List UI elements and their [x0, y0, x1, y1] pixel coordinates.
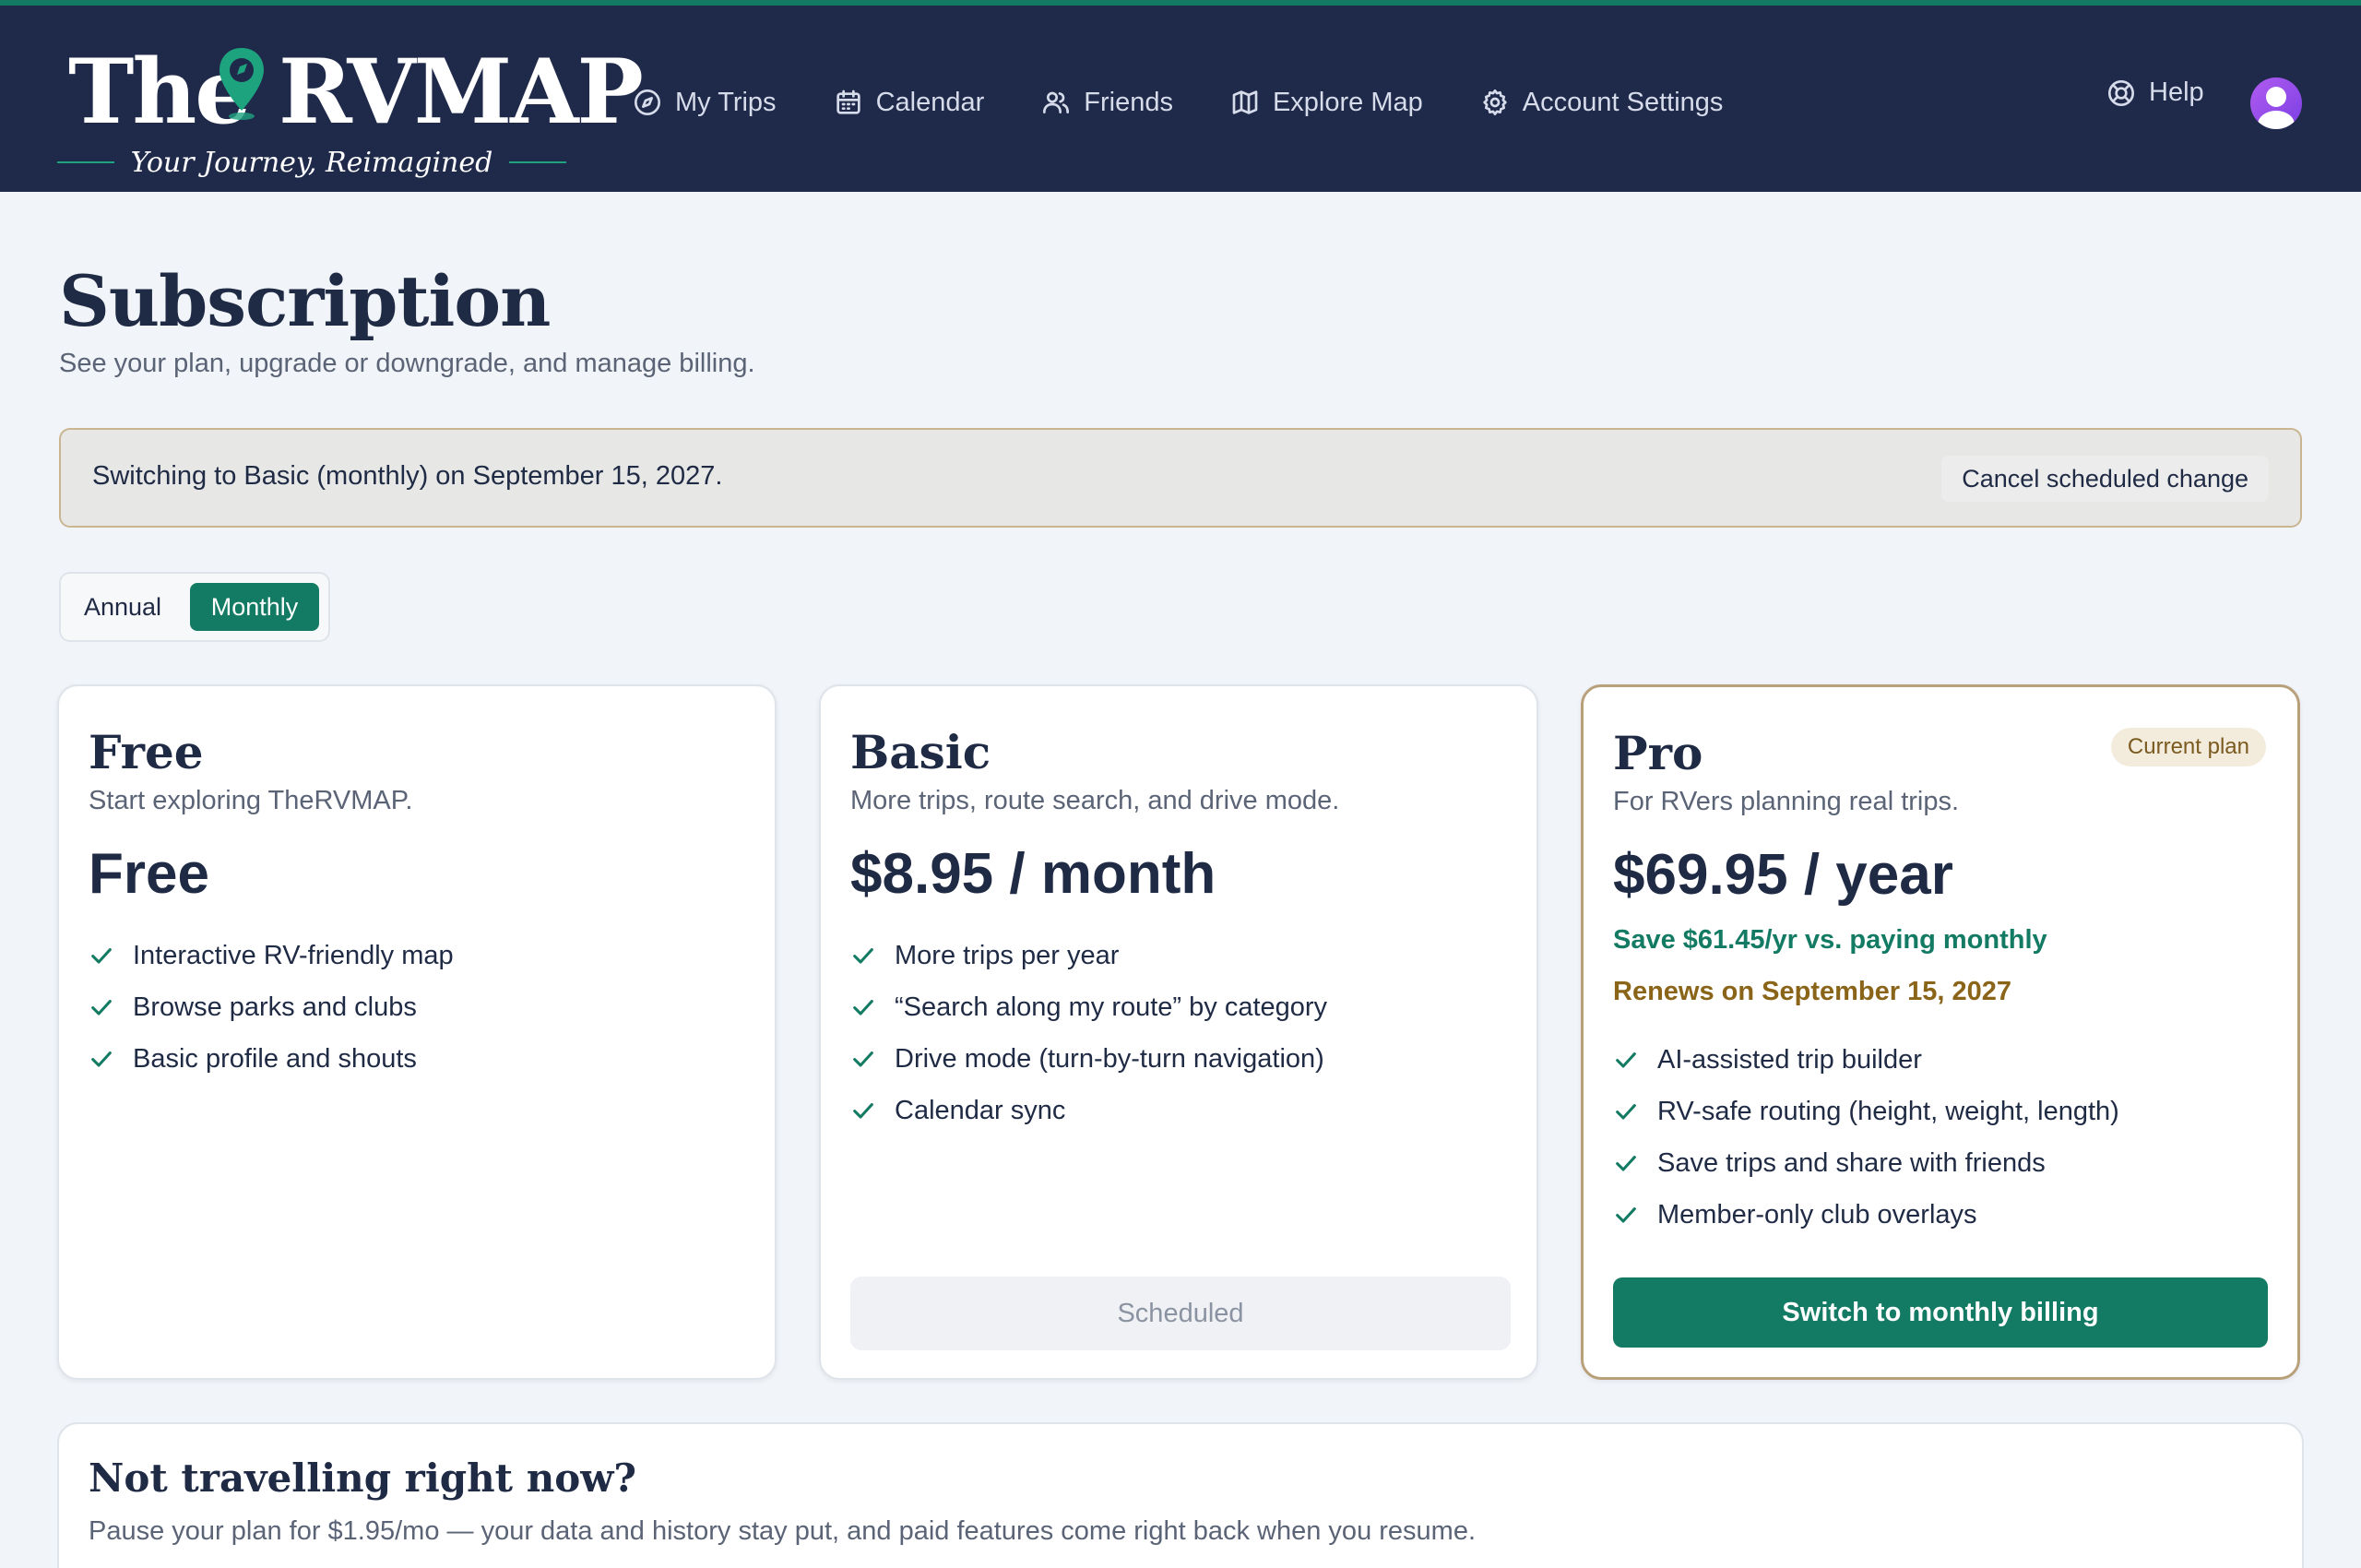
check-icon [853, 948, 873, 964]
avatar-body [2258, 111, 2295, 129]
avatar-head [2266, 87, 2286, 107]
toggle-monthly[interactable]: Monthly [190, 583, 319, 631]
feature-item: Drive mode (turn-by-turn navigation) [850, 1033, 1327, 1085]
feature-label: Interactive RV-friendly map [133, 940, 454, 970]
nav-label: Friends [1084, 87, 1173, 117]
plan-name: Basic [850, 725, 991, 779]
calendar-icon [836, 89, 860, 114]
feature-list: More trips per year “Search along my rou… [850, 930, 1327, 1136]
renewal-date: Renews on September 15, 2027 [1613, 977, 2011, 1006]
nav-item-my-trips[interactable]: My Trips [633, 88, 777, 118]
feature-label: RV-safe routing (height, weight, length) [1657, 1096, 2119, 1126]
check-icon [1616, 1156, 1636, 1171]
nav-item-explore-map[interactable]: Explore Map [1230, 88, 1423, 118]
main-nav: My Trips Calendar Friends Explore Map Ac… [633, 77, 1723, 127]
plan-description: More trips, route search, and drive mode… [850, 786, 1340, 815]
feature-label: “Search along my route” by category [895, 992, 1328, 1022]
feature-item: Basic profile and shouts [89, 1033, 454, 1085]
check-icon [853, 1103, 873, 1119]
feature-label: Calendar sync [895, 1095, 1066, 1125]
plan-card-basic: Basic More trips, route search, and driv… [819, 684, 1538, 1380]
plan-price: $8.95 / month [850, 842, 1216, 906]
plan-name: Pro [1613, 726, 1703, 780]
lifebuoy-icon [2108, 79, 2134, 106]
billing-period-toggle: Annual Monthly [59, 572, 330, 642]
feature-list: AI-assisted trip builder RV-safe routing… [1613, 1034, 2119, 1241]
map-icon [1232, 90, 1258, 114]
help-label: Help [2149, 77, 2204, 107]
feature-label: AI-assisted trip builder [1657, 1044, 1922, 1075]
nav-label: My Trips [675, 87, 777, 117]
nav-item-account-settings[interactable]: Account Settings [1480, 87, 1724, 118]
pause-title: Not travelling right now? [89, 1455, 637, 1501]
feature-item: Member-only club overlays [1613, 1189, 2119, 1241]
nav-item-friends[interactable]: Friends [1041, 88, 1173, 118]
tagline-rule-left [57, 161, 114, 163]
brand-tagline: Your Journey, Reimagined [130, 146, 493, 179]
cancel-scheduled-change-button[interactable]: Cancel scheduled change [1941, 456, 2269, 502]
current-plan-badge: Current plan [2110, 728, 2266, 766]
feature-item: More trips per year [850, 930, 1327, 981]
check-icon [853, 1051, 873, 1067]
feature-item: Browse parks and clubs [89, 981, 454, 1033]
brand-logo[interactable]: The RVMAP Your Journey, Reimagined [57, 37, 644, 186]
plan-price: Free [89, 842, 209, 906]
feature-item: Save trips and share with friends [1613, 1137, 2119, 1189]
check-icon [1616, 1104, 1636, 1120]
feature-item: AI-assisted trip builder [1613, 1034, 2119, 1086]
feature-label: Member-only club overlays [1657, 1199, 1977, 1229]
feature-label: More trips per year [895, 940, 1120, 970]
map-pin-icon [219, 48, 264, 120]
scheduled-button: Scheduled [850, 1277, 1511, 1350]
feature-item: Interactive RV-friendly map [89, 930, 454, 981]
feature-label: Browse parks and clubs [133, 992, 417, 1022]
gear-icon [1483, 89, 1507, 115]
feature-list: Interactive RV-friendly map Browse parks… [89, 930, 454, 1085]
pause-description: Pause your plan for $1.95/mo — your data… [89, 1516, 1477, 1546]
nav-label: Account Settings [1522, 87, 1724, 117]
feature-label: Drive mode (turn-by-turn navigation) [895, 1043, 1324, 1074]
plan-description: Start exploring TheRVMAP. [89, 786, 413, 815]
user-avatar-icon[interactable] [2250, 77, 2302, 129]
scheduled-change-banner: Switching to Basic (monthly) on Septembe… [59, 428, 2302, 528]
nav-item-calendar[interactable]: Calendar [834, 87, 985, 118]
switch-to-monthly-button[interactable]: Switch to monthly billing [1613, 1277, 2268, 1348]
toggle-annual[interactable]: Annual [74, 583, 172, 631]
banner-message: Switching to Basic (monthly) on Septembe… [92, 461, 723, 491]
logo-word-rvmap: RVMAP [279, 40, 644, 144]
plan-card-free: Free Start exploring TheRVMAP. Free Inte… [57, 684, 777, 1380]
tagline-rule-right [509, 161, 566, 163]
savings-note: Save $61.45/yr vs. paying monthly [1613, 925, 2047, 955]
plan-name: Free [89, 725, 204, 779]
plan-card-pro: Pro Current plan For RVers planning real… [1581, 684, 2300, 1380]
logo-tagline-row: Your Journey, Reimagined [57, 138, 566, 186]
page-subtitle: See your plan, upgrade or downgrade, and… [59, 349, 755, 378]
nav-label: Calendar [875, 87, 985, 117]
help-link[interactable]: Help [2106, 77, 2204, 108]
check-icon [91, 1051, 112, 1067]
pause-plan-section: Not travelling right now? Pause your pla… [57, 1422, 2304, 1568]
page-title: Subscription [59, 260, 551, 342]
feature-item: “Search along my route” by category [850, 981, 1327, 1033]
feature-item: Calendar sync [850, 1085, 1327, 1136]
check-icon [1616, 1052, 1636, 1068]
check-icon [1616, 1207, 1636, 1223]
top-navigation-bar: The RVMAP Your Journey, Reimagined My Tr… [0, 0, 2361, 192]
nav-label: Explore Map [1272, 87, 1423, 117]
check-icon [91, 948, 112, 964]
feature-label: Basic profile and shouts [133, 1043, 417, 1074]
check-icon [91, 1000, 112, 1016]
compass-icon [635, 89, 660, 115]
plan-price: $69.95 / year [1613, 843, 1953, 907]
check-icon [853, 1000, 873, 1016]
feature-label: Save trips and share with friends [1657, 1147, 2046, 1178]
users-icon [1043, 91, 1070, 113]
plan-description: For RVers planning real trips. [1613, 787, 1960, 816]
feature-item: RV-safe routing (height, weight, length) [1613, 1086, 2119, 1137]
